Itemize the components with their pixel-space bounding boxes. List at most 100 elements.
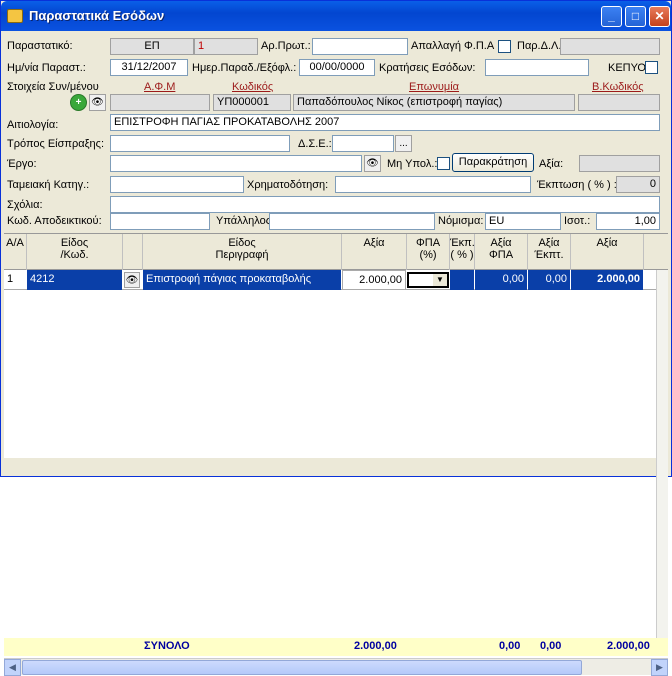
delivery-date-input[interactable]: 00/00/0000 [299,59,375,76]
pard-label: Παρ.Δ.Λ. [517,40,562,52]
row-total[interactable]: 2.000,00 [571,270,643,290]
project-label: Έργο: [7,158,37,170]
add-party-icon[interactable]: + [70,94,87,111]
pard-field [560,38,660,55]
project-input[interactable] [110,155,362,172]
col-vat[interactable]: ΦΠΑ (%) [407,237,449,261]
reason-label: Αιτιολογία: [7,119,59,131]
col-item-code[interactable]: Είδος/Κωδ. [27,237,122,261]
holds-label: Κρατήσεις Εσόδων: [379,62,476,74]
dse-label: Δ.Σ.Ε.: [298,138,332,150]
doc-label: Παραστατικό: [7,40,73,52]
finance-input[interactable] [335,176,531,193]
arprot-label: Αρ.Πρωτ.: [261,40,311,52]
party-label: Στοιχεία Συν/μένου [7,81,99,93]
row-discount-value[interactable]: 0,00 [528,270,570,290]
doc-code-field: ΕΠ [110,38,194,55]
total-value: 2.000,00 [354,640,397,652]
code-header[interactable]: Κωδικός [232,81,273,93]
dse-input[interactable] [332,135,394,152]
reason-input[interactable]: ΕΠΙΣΤΡΟΦΗ ΠΑΓΙΑΣ ΠΡΟΚΑΤΑΒΟΛΗΣ 2007 [110,114,660,131]
name-header[interactable]: Επωνυμία [409,81,459,93]
receipt-input[interactable] [110,213,210,230]
comments-input[interactable] [110,196,660,213]
minimize-button[interactable]: _ [601,6,622,27]
delivery-date-label: Ημερ.Παραδ./Εξόφλ.: [192,62,297,74]
receipt-label: Κωδ. Αποδεικτικού: [7,215,102,227]
currency-input[interactable]: EU [485,213,561,230]
horizontal-scrollbar[interactable]: ◀ ▶ [4,658,668,676]
row-vat-select[interactable]: ▼ [407,272,449,288]
comments-label: Σχόλια: [7,199,43,211]
row-view-icon[interactable]: 👁 [124,272,140,288]
code-field: ΥΠ000001 [213,94,291,111]
items-grid[interactable]: Α/Α Είδος/Κωδ. Είδος Περιγραφή Αξία ΦΠΑ (… [4,233,668,676]
discount-label: Έκπτωση ( % ) : [537,179,617,191]
dse-browse-button[interactable]: ... [395,135,412,152]
row-code[interactable]: 4212 [27,270,122,290]
project-view-icon[interactable]: 👁 [364,155,381,172]
rate-label: Ισοτ.: [564,215,591,227]
payway-label: Τρόπος Είσπραξης: [7,138,105,150]
bcode-field [578,94,660,111]
total-label: ΣΥΝΟΛΟ [144,640,190,652]
value-label: Αξία: [539,158,564,170]
total-discount-value: 0,00 [540,640,562,652]
currency-label: Νόμισμα: [438,215,484,227]
doc-number-field: 1 [194,38,258,55]
bcode-header[interactable]: Β.Κωδικός [592,81,644,93]
arprot-input[interactable] [312,38,408,55]
withhold-button[interactable]: Παρακράτηση [452,153,534,172]
scroll-left-icon[interactable]: ◀ [4,659,21,676]
name-field: Παπαδόπουλος Νίκος (επιστροφή παγίας) [293,94,575,111]
row-vat-value[interactable]: 0,00 [475,270,527,290]
cash-input[interactable] [110,176,244,193]
grid-header: Α/Α Είδος/Κωδ. Είδος Περιγραφή Αξία ΦΠΑ (… [4,234,668,270]
row-aa: 1 [7,273,14,285]
employee-label: Υπάλληλος: [216,215,275,227]
folder-icon [7,9,23,23]
title-bar[interactable]: Παραστατικά Εσόδων _ □ ✕ [1,1,671,31]
form-body: Παραστατικό: ΕΠ 1 Αρ.Πρωτ.: Απαλλαγή Φ.Π… [4,31,668,676]
employee-input[interactable] [269,213,435,230]
table-row[interactable]: 1 4212 👁 Επιστροφή πάγιας προκαταβολής 2… [4,270,668,290]
col-value[interactable]: Αξία [342,237,406,249]
col-total[interactable]: Αξία [571,237,643,249]
kepyo-label: ΚΕΠΥΟ: [608,62,649,74]
value-field [579,155,660,172]
col-vat-value[interactable]: Αξία ΦΠΑ [475,237,527,261]
scroll-right-icon[interactable]: ▶ [651,659,668,676]
row-value[interactable]: 2.000,00 [342,270,406,290]
discount-field: 0 [616,176,660,193]
holds-input[interactable] [485,59,589,76]
kepyo-checkbox[interactable] [645,61,658,74]
window: Παραστατικά Εσόδων _ □ ✕ Παραστατικό: ΕΠ… [0,0,672,676]
close-button[interactable]: ✕ [649,6,670,27]
col-discount-pct[interactable]: Έκπ.( % ) [450,237,475,261]
nonupd-checkbox[interactable] [437,157,450,170]
cash-label: Ταμειακή Κατηγ.: [7,179,90,191]
maximize-button[interactable]: □ [625,6,646,27]
col-aa[interactable]: Α/Α [4,237,26,249]
afm-header[interactable]: Α.Φ.Μ [144,81,175,93]
vat-exempt-checkbox[interactable] [498,40,511,53]
col-discount-value[interactable]: Αξία Έκπτ. [528,237,570,261]
total-vat-value: 0,00 [499,640,521,652]
scroll-thumb[interactable] [22,660,582,675]
afm-field [110,94,210,111]
nonupd-label: Μη Υπολ.: [387,158,438,170]
view-eye-icon[interactable]: 👁 [89,94,106,111]
payway-input[interactable] [110,135,290,152]
chevron-down-icon: ▼ [433,274,447,286]
col-description[interactable]: Είδος Περιγραφή [143,237,341,261]
date-input[interactable]: 31/12/2007 [110,59,188,76]
window-title: Παραστατικά Εσόδων [29,8,165,23]
row-description[interactable]: Επιστροφή πάγιας προκαταβολής [143,270,341,290]
rate-input[interactable]: 1,00 [596,213,660,230]
finance-label: Χρηματοδότηση: [247,179,329,191]
vertical-scrollbar[interactable] [656,270,668,640]
row-discount-pct[interactable] [450,270,474,290]
totals-row: ΣΥΝΟΛΟ 2.000,00 0,00 0,00 2.000,00 [4,638,668,656]
date-label: Ημ/νία Παραστ.: [7,62,86,74]
vat-exempt-label: Απαλλαγή Φ.Π.Α [411,40,495,52]
